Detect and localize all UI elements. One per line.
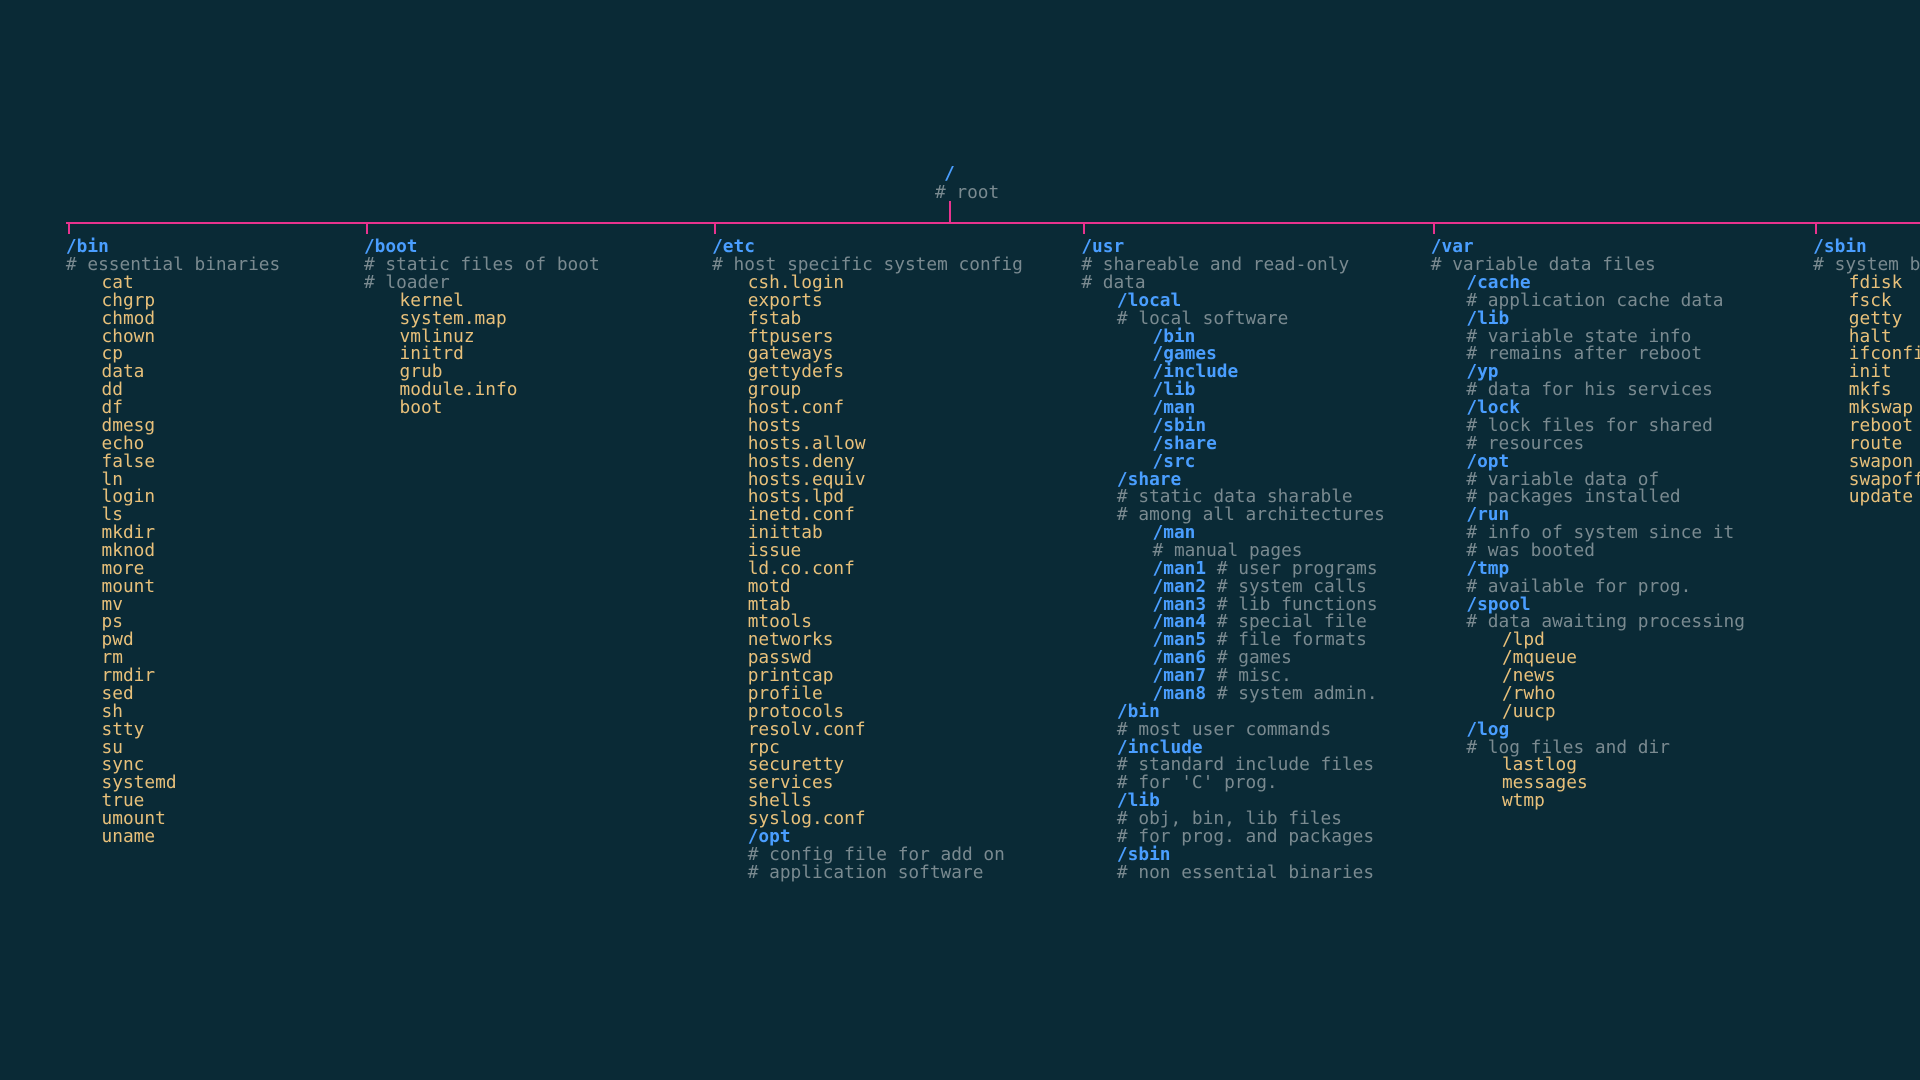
dir-usr: /bin xyxy=(1117,703,1160,721)
dir-usr: /src xyxy=(1153,453,1196,471)
entry-etc: hosts.allow xyxy=(748,435,866,453)
dir-var: /log xyxy=(1466,721,1509,739)
entry-boot: kernel xyxy=(400,292,464,310)
entry-var: wtmp xyxy=(1502,792,1545,810)
dir-var: /opt xyxy=(1466,453,1509,471)
entry-var: # application cache data xyxy=(1466,292,1723,310)
dir-etc: /opt xyxy=(748,828,791,846)
entry-bin: stty xyxy=(102,721,145,739)
entry-var: # resources xyxy=(1466,435,1584,453)
dir-usr: /share xyxy=(1153,435,1217,453)
entry-etc: hosts.deny xyxy=(748,453,855,471)
entry-etc: fstab xyxy=(748,310,802,328)
dir-var: /lib xyxy=(1466,310,1509,328)
entry-sbin: update xyxy=(1849,488,1913,506)
entry-etc: # application software xyxy=(748,864,984,882)
entry-etc: exports xyxy=(748,292,823,310)
dir-usr: /local xyxy=(1117,292,1181,310)
entry-bin: sh xyxy=(102,703,123,721)
entry-sbin: getty xyxy=(1849,310,1903,328)
entry-sbin: route xyxy=(1849,435,1903,453)
entry-etc: # config file for add on xyxy=(748,846,1005,864)
entry-var: /uucp xyxy=(1502,703,1556,721)
dir-usr: /sbin xyxy=(1117,846,1171,864)
entry-usr: # non essential binaries xyxy=(1117,864,1374,882)
entry-sbin: swapon xyxy=(1849,453,1913,471)
dir-var: /tmp xyxy=(1466,560,1509,578)
entry-bin: more xyxy=(102,560,145,578)
entry-usr: /man8 # system admin. xyxy=(1153,685,1378,703)
entry-bin: mount xyxy=(102,578,156,596)
root-desc: # root xyxy=(935,184,999,202)
root-dir: / xyxy=(944,165,955,183)
entry-usr: # most user commands xyxy=(1117,721,1331,739)
entry-var: # variable data files xyxy=(1431,256,1656,274)
entry-bin: chmod xyxy=(102,310,156,328)
entry-bin: uname xyxy=(102,828,156,846)
entry-boot: boot xyxy=(400,399,443,417)
entry-bin: chgrp xyxy=(102,292,156,310)
entry-usr: # local software xyxy=(1117,310,1288,328)
entry-boot: system.map xyxy=(400,310,507,328)
entry-etc: ld.co.conf xyxy=(748,560,855,578)
entry-etc: motd xyxy=(748,578,791,596)
entry-bin: echo xyxy=(102,435,145,453)
entry-usr: # for prog. and packages xyxy=(1117,828,1374,846)
entry-var: # remains after reboot xyxy=(1466,345,1702,363)
entry-bin: # essential binaries xyxy=(66,256,280,274)
entry-bin: false xyxy=(102,453,156,471)
entry-var: # available for prog. xyxy=(1466,578,1691,596)
entry-sbin: fsck xyxy=(1849,292,1892,310)
entry-etc: resolv.conf xyxy=(748,721,866,739)
entry-etc: protocols xyxy=(748,703,844,721)
